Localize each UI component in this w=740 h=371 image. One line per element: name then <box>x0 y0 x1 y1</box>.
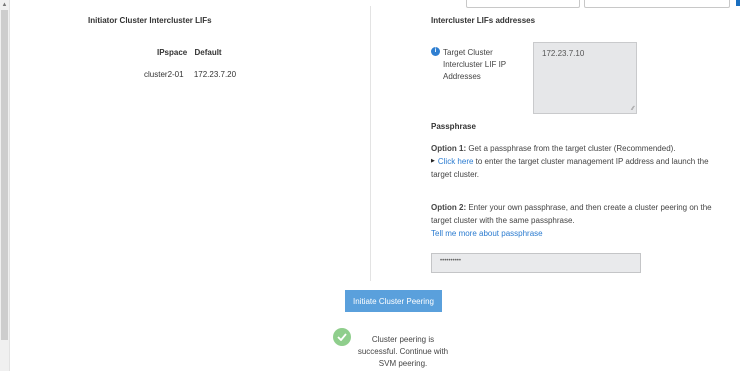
lif-ip: 172.23.7.20 <box>193 70 237 79</box>
option1-rest: to enter the target cluster management I… <box>431 157 709 179</box>
option2-text: Option 2: Enter your own passphrase, and… <box>431 201 731 240</box>
panel-divider <box>370 6 371 281</box>
initiator-lifs-title: Initiator Cluster Intercluster LIFs <box>88 16 212 25</box>
info-icon[interactable]: i <box>431 47 440 56</box>
lif-node: cluster2-01 <box>144 70 184 79</box>
target-ip-value: 172.23.7.10 <box>542 49 585 58</box>
click-here-link[interactable]: Click here <box>438 157 474 166</box>
tell-me-more-link[interactable]: Tell me more about passphrase <box>431 229 543 238</box>
option1-text: Option 1: Get a passphrase from the targ… <box>431 142 731 181</box>
passphrase-title: Passphrase <box>431 122 476 131</box>
caret-right-icon: ▶ <box>431 158 435 164</box>
lif-row: cluster2-01 172.23.7.20 <box>144 70 244 79</box>
option2-label: Option 2: <box>431 203 467 212</box>
scrollbar-thumb[interactable] <box>1 10 8 340</box>
ipspace-header: IPspace Default <box>157 48 227 57</box>
option1-description: Get a passphrase from the target cluster… <box>466 144 676 153</box>
top-field-left[interactable] <box>466 0 580 8</box>
option1-label: Option 1: <box>431 144 467 153</box>
scroll-up-arrow-icon[interactable]: ▲ <box>0 0 9 10</box>
top-field-right[interactable] <box>584 0 730 8</box>
initiate-cluster-peering-button[interactable]: Initiate Cluster Peering <box>345 290 442 312</box>
option2-description: Enter your own passphrase, and then crea… <box>431 203 712 225</box>
ipspace-value: Default <box>194 48 222 57</box>
passphrase-input[interactable]: •••••••••• <box>431 253 641 273</box>
target-ip-textarea[interactable]: 172.23.7.10 ∕∕ <box>533 42 637 114</box>
vertical-scrollbar[interactable]: ▲ <box>0 0 10 371</box>
intercluster-addresses-title: Intercluster LIFs addresses <box>431 16 536 25</box>
checkmark-icon <box>333 328 351 346</box>
top-accent-marker <box>736 0 740 6</box>
success-message: Cluster peering is successful. Continue … <box>357 335 449 368</box>
resize-grip-icon[interactable]: ∕∕ <box>632 106 634 112</box>
ipspace-label: IPspace <box>157 48 188 57</box>
target-cluster-label: Target Cluster Intercluster LIF IP Addre… <box>443 48 506 81</box>
